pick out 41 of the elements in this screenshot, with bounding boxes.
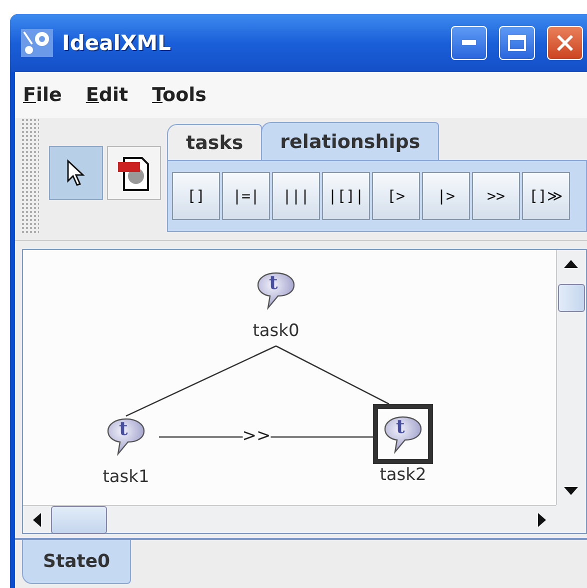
icon-letter: t [396, 416, 405, 438]
pointer-icon [65, 159, 87, 187]
minimize-icon [462, 40, 476, 46]
close-icon [556, 34, 574, 52]
operator-button[interactable]: >> [472, 172, 520, 220]
icon-letter: t [119, 418, 128, 440]
pointer-tool-button[interactable] [49, 146, 103, 200]
toolbar-grip[interactable] [21, 118, 39, 234]
node-label: task1 [102, 466, 150, 488]
image-file-icon [116, 154, 152, 192]
export-image-button[interactable] [107, 146, 161, 200]
operator-button[interactable]: [> [372, 172, 420, 220]
state-tab[interactable]: State0 [22, 540, 132, 584]
node-label: task0 [252, 320, 300, 342]
operator-button[interactable]: ||| [272, 172, 320, 220]
minimize-button[interactable] [451, 26, 487, 60]
operator-button[interactable]: [] [172, 172, 220, 220]
left-arrow-icon [33, 512, 41, 526]
tab[interactable]: relationships [261, 122, 440, 160]
menu-item[interactable]: File [23, 84, 62, 106]
speech-bubble-icon [383, 414, 423, 454]
icon-letter: t [269, 272, 278, 294]
close-button[interactable] [547, 26, 583, 60]
horizontal-scrollbar[interactable] [23, 505, 556, 533]
maximize-icon [508, 35, 526, 51]
operator-button[interactable]: |[]| [322, 172, 370, 220]
operator-button[interactable]: |=| [222, 172, 270, 220]
menu-item[interactable]: Edit [86, 84, 128, 106]
operator-button[interactable]: []≫ [522, 172, 570, 220]
node-label: task2 [380, 464, 426, 486]
tab[interactable]: tasks [167, 124, 262, 160]
window-title: IdealXML [62, 31, 172, 55]
operator-button[interactable]: |> [422, 172, 470, 220]
vertical-scrollbar[interactable] [556, 250, 586, 505]
down-arrow-icon [564, 487, 578, 495]
up-arrow-icon [564, 260, 578, 268]
menu-item[interactable]: Tools [152, 84, 206, 106]
right-arrow-icon [538, 512, 546, 526]
scrollbar-thumb[interactable] [558, 284, 585, 312]
scrollbar-thumb[interactable] [51, 506, 107, 534]
maximize-button[interactable] [499, 26, 535, 60]
